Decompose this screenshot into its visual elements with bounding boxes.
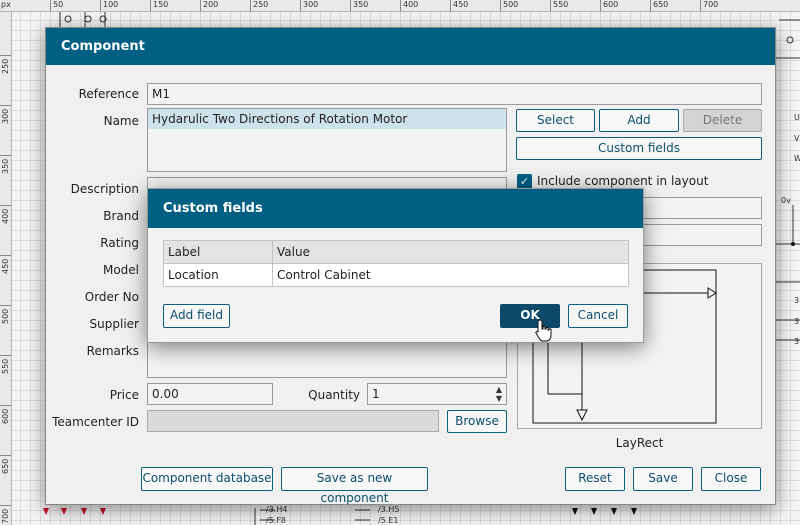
remarks-label: Remarks bbox=[86, 344, 139, 358]
name-list[interactable]: Hydarulic Two Directions of Rotation Mot… bbox=[147, 108, 507, 172]
quantity-label: Quantity bbox=[308, 388, 360, 402]
add-button[interactable]: Add bbox=[599, 109, 679, 132]
schematic-label: W bbox=[794, 154, 800, 163]
schematic-label: U bbox=[794, 113, 800, 122]
row-value-cell[interactable]: Control Cabinet bbox=[272, 263, 629, 287]
save-as-new-component-button[interactable]: Save as new component bbox=[281, 467, 428, 505]
hand-pointer-icon bbox=[535, 319, 552, 342]
include-layout-checkbox[interactable]: ✓ bbox=[517, 174, 532, 189]
schematic-ref: /3.H4 bbox=[266, 505, 288, 514]
spinner-arrows-icon[interactable]: ▲ ▼ bbox=[496, 385, 502, 403]
reference-label: Reference bbox=[78, 87, 139, 101]
custom-fields-dialog: Custom fields Label Value Location Contr… bbox=[147, 188, 644, 343]
custom-fields-button[interactable]: Custom fields bbox=[516, 137, 762, 160]
table-row[interactable]: Location Control Cabinet bbox=[163, 263, 629, 287]
description-label: Description bbox=[70, 182, 139, 196]
schematic-label: 0v bbox=[781, 196, 791, 205]
schematic-label: V bbox=[794, 134, 800, 143]
cancel-button[interactable]: Cancel bbox=[568, 304, 628, 328]
custom-fields-title: Custom fields bbox=[148, 189, 643, 228]
schematic-ref: /5.E1 bbox=[378, 516, 399, 525]
price-label: Price bbox=[109, 388, 139, 402]
custom-fields-table: Label Value Location Control Cabinet bbox=[163, 240, 629, 287]
row-label-cell[interactable]: Location bbox=[163, 263, 273, 287]
supplier-label: Supplier bbox=[89, 317, 139, 331]
model-label: Model bbox=[102, 263, 139, 277]
rating-label: Rating bbox=[100, 236, 139, 250]
brand-label: Brand bbox=[103, 209, 139, 223]
schematic-label: 3 bbox=[794, 317, 800, 326]
schematic-label: 3 bbox=[794, 296, 800, 305]
schematic-label: 3 bbox=[794, 337, 800, 346]
save-button[interactable]: Save bbox=[633, 467, 693, 491]
name-list-item[interactable]: Hydarulic Two Directions of Rotation Mot… bbox=[148, 109, 506, 129]
close-button[interactable]: Close bbox=[701, 467, 761, 491]
column-header-value: Value bbox=[272, 240, 629, 264]
schematic-ref: /5.F8 bbox=[266, 516, 287, 525]
column-header-label: Label bbox=[163, 240, 273, 264]
price-field[interactable]: 0.00 bbox=[147, 383, 273, 405]
reference-field[interactable]: M1 bbox=[147, 83, 762, 105]
include-layout-label: Include component in layout bbox=[537, 174, 709, 188]
table-header-row: Label Value bbox=[163, 240, 629, 264]
browse-button[interactable]: Browse bbox=[447, 410, 507, 433]
preview-label: LayRect bbox=[615, 436, 664, 450]
add-field-button[interactable]: Add field bbox=[163, 304, 230, 328]
name-label: Name bbox=[103, 114, 139, 128]
quantity-value: 1 bbox=[372, 387, 380, 401]
dialog-title: Component bbox=[46, 28, 775, 65]
reset-button[interactable]: Reset bbox=[565, 467, 625, 491]
teamcenter-id-label: Teamcenter ID bbox=[52, 415, 139, 429]
select-button[interactable]: Select bbox=[516, 109, 595, 132]
teamcenter-id-field bbox=[147, 410, 439, 432]
component-database-button[interactable]: Component database bbox=[141, 467, 273, 491]
remarks-field[interactable] bbox=[147, 339, 507, 378]
quantity-stepper[interactable]: 1 ▲ ▼ bbox=[367, 383, 507, 405]
delete-button[interactable]: Delete bbox=[683, 109, 762, 132]
order-no-label: Order No bbox=[84, 290, 139, 304]
